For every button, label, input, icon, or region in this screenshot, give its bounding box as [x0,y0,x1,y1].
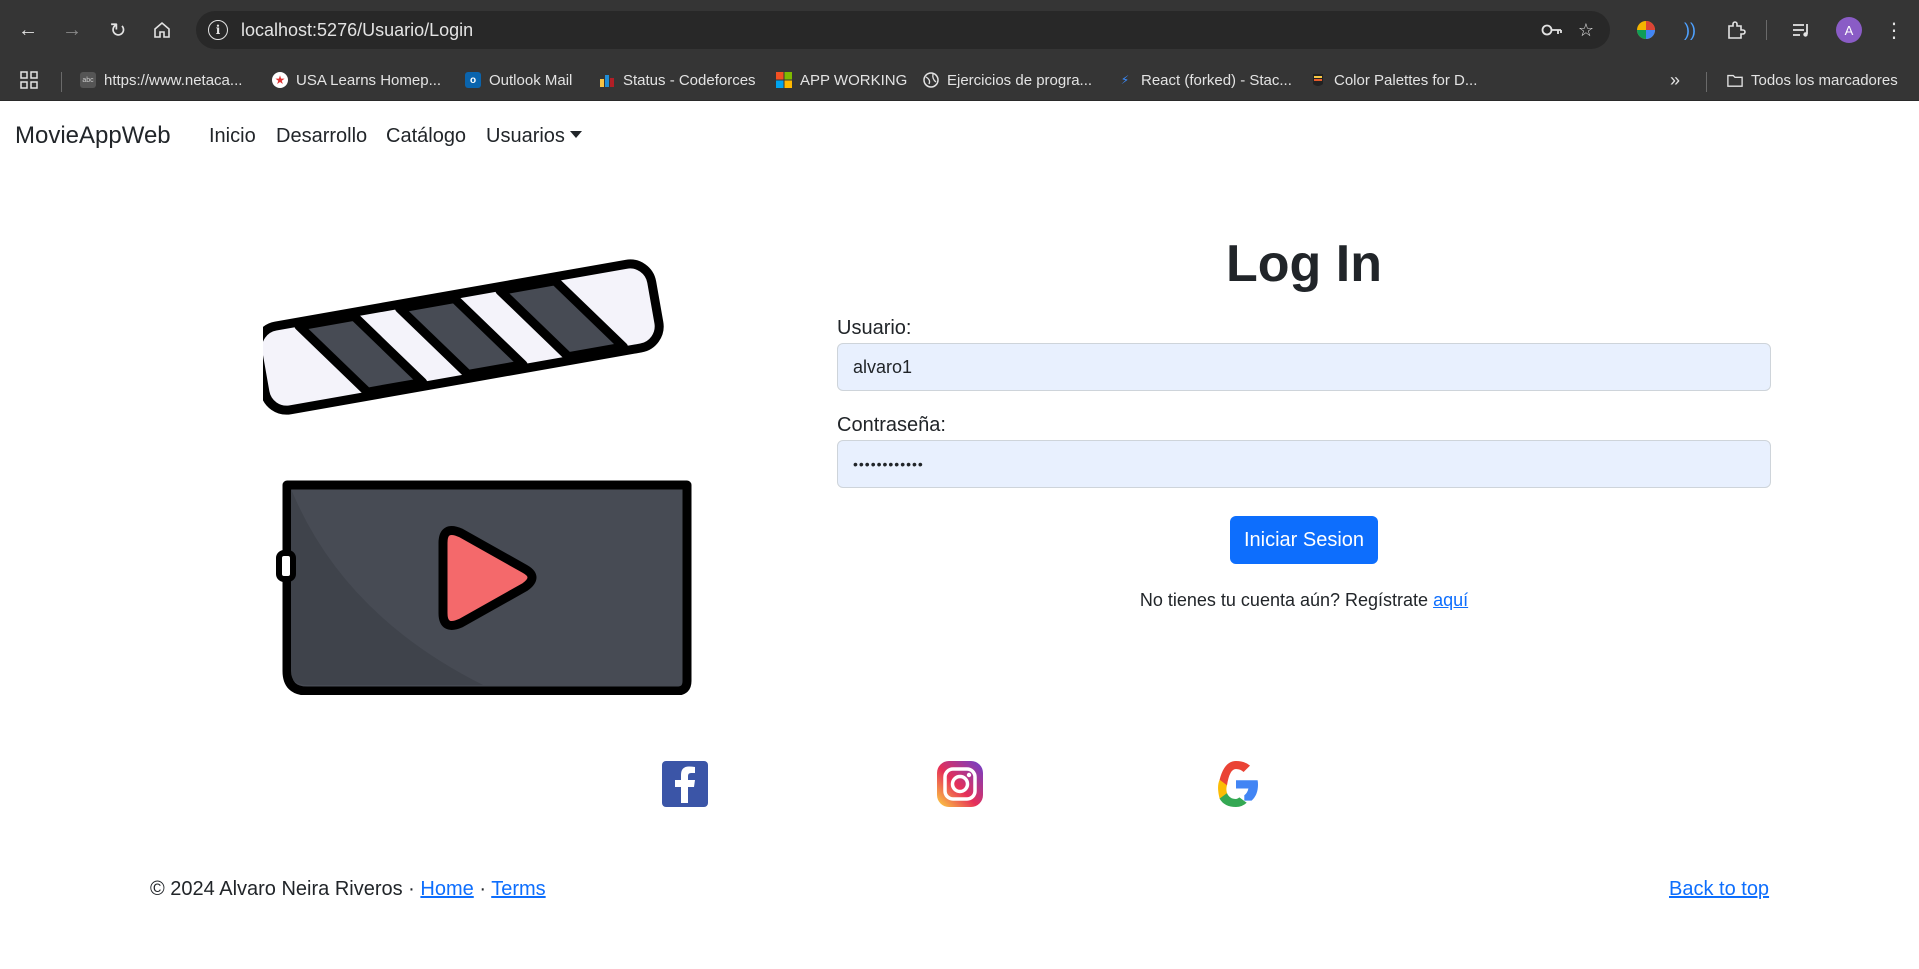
nav-catalogo[interactable]: Catálogo [386,125,466,148]
bookmark-label: Ejercicios de progra... [947,71,1093,89]
instagram-icon[interactable] [934,758,986,810]
star-badge-icon: ★ [272,72,288,88]
page-icon: abc [80,72,96,88]
color-extension-icon[interactable] [1633,17,1659,43]
footer-home-link[interactable]: Home [420,878,473,900]
address-bar[interactable]: i localhost:5276/Usuario/Login ☆ [196,11,1610,49]
login-submit-button[interactable]: Iniciar Sesion [1230,516,1378,564]
brand-link[interactable]: MovieAppWeb [15,122,171,150]
url-text[interactable]: localhost:5276/Usuario/Login [241,20,473,41]
clapperboard-illustration [263,259,692,695]
nav-desarrollo[interactable]: Desarrollo [276,125,367,148]
site-info-icon[interactable]: i [208,20,228,40]
password-input[interactable]: •••••••••••• [837,440,1771,488]
password-label: Contraseña: [837,414,946,436]
back-icon[interactable]: ← [14,16,42,44]
facebook-icon[interactable] [659,758,711,810]
usuario-label: Usuario: [837,317,912,339]
profile-avatar[interactable]: A [1836,17,1862,43]
bookmark-label: Outlook Mail [489,71,573,89]
usuario-input[interactable]: alvaro1 [837,343,1771,391]
bookmarks-bar: abc https://www.netaca... ★ USA Learns H… [0,60,1919,101]
page-content: MovieAppWeb Inicio Desarrollo Catálogo U… [0,101,1919,969]
browser-toolbar: ← → ↻ i localhost:5276/Usuario/Login ☆ )… [0,0,1919,60]
bookmark-item[interactable]: o Outlook Mail [465,68,572,92]
back-to-top-link[interactable]: Back to top [1669,878,1769,901]
reload-icon[interactable]: ↻ [104,16,132,44]
register-prompt: No tienes tu cuenta aún? Regístrate aquí [837,590,1771,611]
nav-usuarios-dropdown[interactable]: Usuarios [486,125,582,148]
extensions-puzzle-icon[interactable] [1723,17,1749,43]
bookmark-star-icon[interactable]: ☆ [1575,19,1597,41]
bookmark-item[interactable]: Status - Codeforces [599,68,756,92]
all-bookmarks-folder[interactable]: Todos los marcadores [1727,68,1898,92]
bookmark-item[interactable]: Ejercicios de progra... [923,68,1092,92]
bookmarks-separator [1706,72,1707,92]
outlook-icon: o [465,72,481,88]
folder-icon [1727,72,1743,88]
nav-usuarios-label: Usuarios [486,125,565,147]
register-link[interactable]: aquí [1433,590,1468,610]
bookmark-item[interactable]: abc https://www.netaca... [80,68,242,92]
more-bookmarks-icon[interactable]: » [1670,68,1680,92]
codeforces-icon [599,72,615,88]
bookmarks-separator [61,72,62,92]
apps-grid-icon[interactable] [20,68,38,92]
nav-inicio[interactable]: Inicio [209,125,256,148]
dropdown-caret-icon [569,131,582,138]
footer-separator: · [479,878,486,900]
footer-credits: © 2024 Alvaro Neira Riveros · Home · Ter… [150,878,546,901]
bookmark-label: React (forked) - Stac... [1141,71,1292,89]
bookmark-label: APP WORKING [800,71,908,89]
bookmark-item[interactable]: ⚡ React (forked) - Stac... [1117,68,1292,92]
clapper-arm [263,259,664,415]
forward-icon[interactable]: → [58,16,86,44]
bookmark-label: Color Palettes for D... [1334,71,1478,89]
kebab-menu-icon[interactable]: ⋮ [1884,17,1904,43]
register-text: No tienes tu cuenta aún? Regístrate [1139,590,1429,610]
wave-extension-icon[interactable]: )) [1677,17,1703,43]
bookmark-label: https://www.netaca... [104,71,243,89]
media-queue-icon[interactable] [1789,17,1815,43]
home-icon[interactable] [148,16,176,44]
footer-terms-link[interactable]: Terms [491,878,545,900]
bookmark-label: USA Learns Homep... [296,71,442,89]
page-title: Log In [1226,235,1382,293]
password-key-icon[interactable] [1541,19,1563,41]
bookmark-item[interactable]: APP WORKING [776,68,907,92]
palette-icon [1310,72,1326,88]
microsoft-icon [776,72,792,88]
clapper-notch [276,550,296,582]
all-bookmarks-label: Todos los marcadores [1751,71,1898,89]
google-icon[interactable] [1208,756,1264,812]
lightning-icon: ⚡ [1120,73,1130,87]
bookmark-item[interactable]: ★ USA Learns Homep... [272,68,441,92]
globe-icon [923,72,939,88]
bookmark-label: Status - Codeforces [623,71,756,89]
toolbar-separator [1766,20,1767,40]
site-navbar: MovieAppWeb Inicio Desarrollo Catálogo U… [0,101,1919,175]
bookmark-item[interactable]: Color Palettes for D... [1310,68,1477,92]
footer-copyright: © 2024 Alvaro Neira Riveros · [150,878,415,900]
